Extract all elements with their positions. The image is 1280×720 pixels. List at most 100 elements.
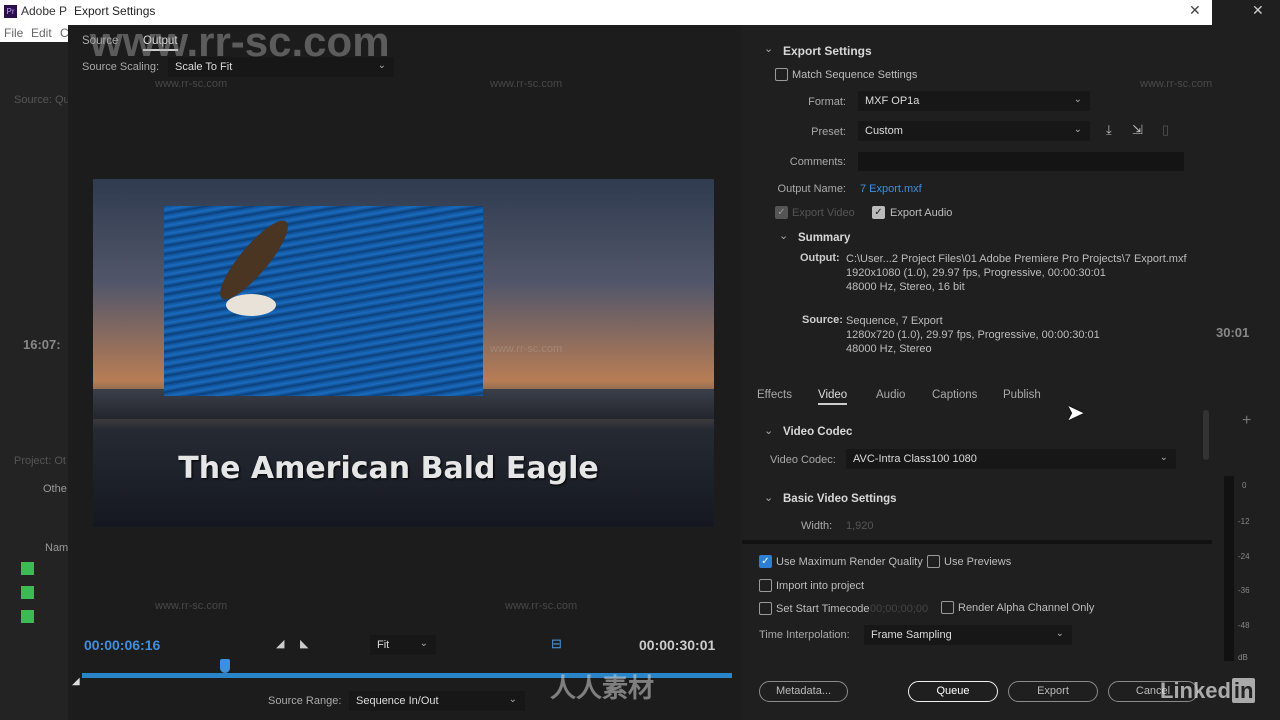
summary-source-label: Source:	[802, 314, 843, 326]
delete-preset-icon[interactable]: ▯	[1162, 122, 1169, 138]
tab-captions[interactable]: Captions	[932, 389, 977, 401]
clip-swatch	[21, 610, 34, 623]
meter-tick: -24	[1238, 552, 1250, 561]
audio-meter	[1224, 476, 1234, 661]
project-bin[interactable]: Othe	[43, 483, 67, 495]
output-name-link[interactable]: 7 Export.mxf	[860, 183, 922, 195]
source-timecode: 16:07:	[23, 337, 61, 352]
tab-video[interactable]: Video	[818, 389, 848, 405]
comments-label: Comments:	[789, 156, 846, 168]
add-icon[interactable]: +	[1242, 412, 1251, 430]
duration-timecode: 00:00:30:01	[639, 637, 716, 653]
alpha-only-checkbox[interactable]	[941, 601, 954, 614]
close-icon[interactable]: ✕	[1189, 2, 1201, 19]
meter-tick: -48	[1238, 621, 1250, 630]
app-titlebar: Pr Adobe P File Edit C	[0, 0, 70, 42]
tab-publish[interactable]: Publish	[1003, 389, 1041, 401]
settings-pane: ⌄ Export Settings Match Sequence Setting…	[742, 25, 1212, 720]
chevron-down-icon[interactable]: ⌄	[779, 229, 788, 242]
format-label: Format:	[808, 96, 846, 108]
start-timecode-value[interactable]: 00;00;00;00	[870, 603, 928, 615]
time-interpolation-label: Time Interpolation:	[759, 629, 850, 641]
summary-line: C:\User...2 Project Files\01 Adobe Premi…	[846, 253, 1187, 265]
zoom-dropdown[interactable]: Fit ⌄	[370, 635, 436, 655]
name-column[interactable]: Nam	[45, 542, 68, 554]
chevron-down-icon: ⌄	[1073, 94, 1082, 105]
tab-audio[interactable]: Audio	[876, 389, 905, 401]
chevron-down-icon: ⌄	[1073, 124, 1082, 135]
linkedin-logo: Linked in	[1160, 678, 1256, 703]
import-preset-icon[interactable]: ⇲	[1132, 122, 1143, 138]
width-label: Width:	[801, 520, 833, 532]
save-preset-icon[interactable]: ⤓	[1106, 122, 1112, 138]
source-range-dropdown[interactable]: Sequence In/Out ⌄	[349, 691, 525, 711]
video-preview: The American Bald Eagle	[93, 179, 714, 527]
tab-effects[interactable]: Effects	[757, 389, 792, 401]
width-value[interactable]: 1,920	[846, 520, 874, 532]
chevron-down-icon: ⌄	[419, 638, 428, 649]
summary-source: Sequence, 7 Export 1280x720 (1.0), 29.97…	[846, 314, 1100, 356]
watermark: www.rr-sc.com	[155, 78, 228, 90]
summary-output-label: Output:	[800, 252, 840, 264]
use-previews-label: Use Previews	[944, 556, 1012, 568]
clip-swatch	[21, 586, 34, 599]
start-timecode-checkbox[interactable]	[759, 602, 772, 615]
summary-line: Sequence, 7 Export	[846, 315, 943, 327]
chevron-down-icon[interactable]: ⌄	[764, 424, 773, 437]
time-interpolation-value: Frame Sampling	[871, 629, 952, 641]
use-previews-checkbox[interactable]	[927, 555, 940, 568]
preset-value: Custom	[865, 125, 903, 137]
summary-line: 1920x1080 (1.0), 29.97 fps, Progressive,…	[846, 267, 1106, 279]
linkedin-text: Linked	[1160, 678, 1231, 703]
video-codec-dropdown[interactable]: AVC-Intra Class100 1080 ⌄	[846, 449, 1176, 469]
basic-video-header: Basic Video Settings	[783, 493, 897, 505]
mark-in-icon[interactable]: ◢	[276, 637, 284, 650]
max-render-label: Use Maximum Render Quality	[776, 556, 923, 568]
zoom-value: Fit	[377, 639, 390, 651]
aspect-ratio-icon[interactable]: ⊟	[551, 636, 562, 652]
queue-button[interactable]: Queue	[908, 681, 998, 702]
app-close-icon[interactable]: ✕	[1252, 2, 1264, 19]
start-timecode-label: Set Start Timecode	[776, 603, 870, 615]
premiere-logo-icon: Pr	[4, 5, 17, 18]
chevron-down-icon[interactable]: ⌄	[764, 42, 773, 55]
in-point-handle[interactable]: ◢	[72, 676, 80, 687]
watermark: www.rr-sc.com	[505, 600, 578, 612]
export-video-checkbox: ✓	[775, 206, 788, 219]
time-interpolation-dropdown[interactable]: Frame Sampling ⌄	[864, 625, 1072, 645]
video-codec-header: Video Codec	[783, 426, 853, 438]
chevron-down-icon[interactable]: ⌄	[764, 491, 773, 504]
preview-title-text: The American Bald Eagle	[178, 451, 599, 486]
max-render-checkbox[interactable]: ✓	[759, 555, 772, 568]
export-audio-checkbox[interactable]: ✓	[872, 206, 885, 219]
source-panel-label: Source: Qu	[14, 94, 70, 106]
match-sequence-checkbox[interactable]	[775, 68, 788, 81]
preset-label: Preset:	[811, 126, 846, 138]
menu-file[interactable]: File	[4, 26, 23, 40]
settings-scrollbar[interactable]	[1203, 410, 1209, 460]
watermark: www.rr-sc.com	[490, 78, 563, 90]
menu-edit[interactable]: Edit	[31, 26, 52, 40]
import-project-checkbox[interactable]	[759, 579, 772, 592]
metadata-button[interactable]: Metadata...	[759, 681, 848, 702]
export-audio-label: Export Audio	[890, 207, 953, 219]
watermark: www.rr-sc.com	[155, 600, 228, 612]
playhead[interactable]	[220, 659, 230, 673]
format-dropdown[interactable]: MXF OP1a ⌄	[858, 91, 1090, 111]
clip-swatch	[21, 562, 34, 575]
chevron-down-icon: ⌄	[1055, 628, 1064, 639]
alpha-only-label: Render Alpha Channel Only	[958, 602, 1095, 614]
summary-line: 48000 Hz, Stereo, 16 bit	[846, 281, 965, 293]
export-button[interactable]: Export	[1008, 681, 1098, 702]
program-timecode: 30:01	[1216, 325, 1250, 340]
export-settings-header: Export Settings	[783, 44, 872, 58]
watermark-logo: 人人素材	[550, 673, 655, 703]
chevron-down-icon: ⌄	[1159, 452, 1168, 463]
comments-input[interactable]	[858, 152, 1184, 171]
summary-output: C:\User...2 Project Files\01 Adobe Premi…	[846, 252, 1187, 294]
current-timecode[interactable]: 00:00:06:16	[84, 637, 160, 653]
preset-dropdown[interactable]: Custom ⌄	[858, 121, 1090, 141]
format-value: MXF OP1a	[865, 95, 920, 107]
video-codec-value: AVC-Intra Class100 1080	[853, 453, 977, 465]
mark-out-icon[interactable]: ◣	[300, 637, 308, 650]
